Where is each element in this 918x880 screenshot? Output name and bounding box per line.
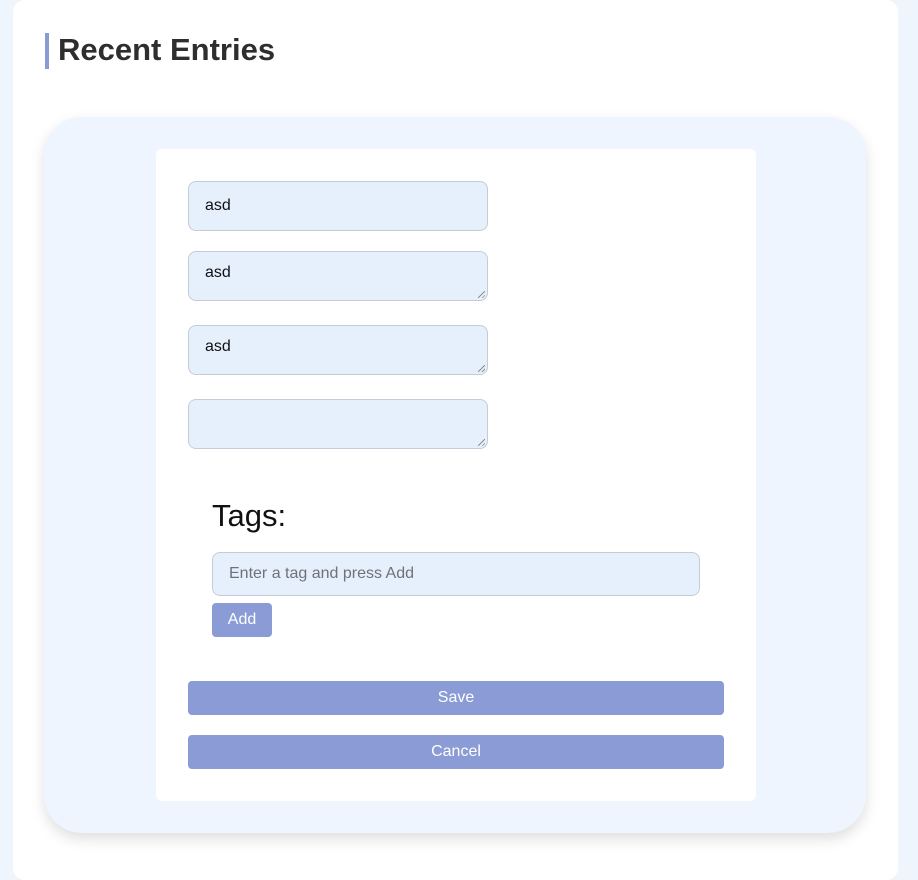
tags-heading: Tags:	[212, 498, 287, 533]
entry-form: asd asd asd Tags: Enter a tag and press …	[156, 149, 756, 801]
entry-title-input[interactable]: asd	[188, 181, 488, 231]
page-title: Recent Entries	[45, 33, 275, 69]
save-button[interactable]: Save	[188, 681, 724, 715]
entry-panel: asd asd asd Tags: Enter a tag and press …	[44, 117, 866, 833]
entry-textarea-3[interactable]	[188, 399, 488, 449]
cancel-button[interactable]: Cancel	[188, 735, 724, 769]
add-tag-button[interactable]: Add	[212, 603, 272, 637]
main-card: Recent Entries asd asd asd Tags: Enter a…	[13, 0, 898, 880]
entry-textarea-1[interactable]: asd	[188, 251, 488, 301]
entry-textarea-2[interactable]: asd	[188, 325, 488, 375]
tag-input[interactable]: Enter a tag and press Add	[212, 552, 700, 596]
